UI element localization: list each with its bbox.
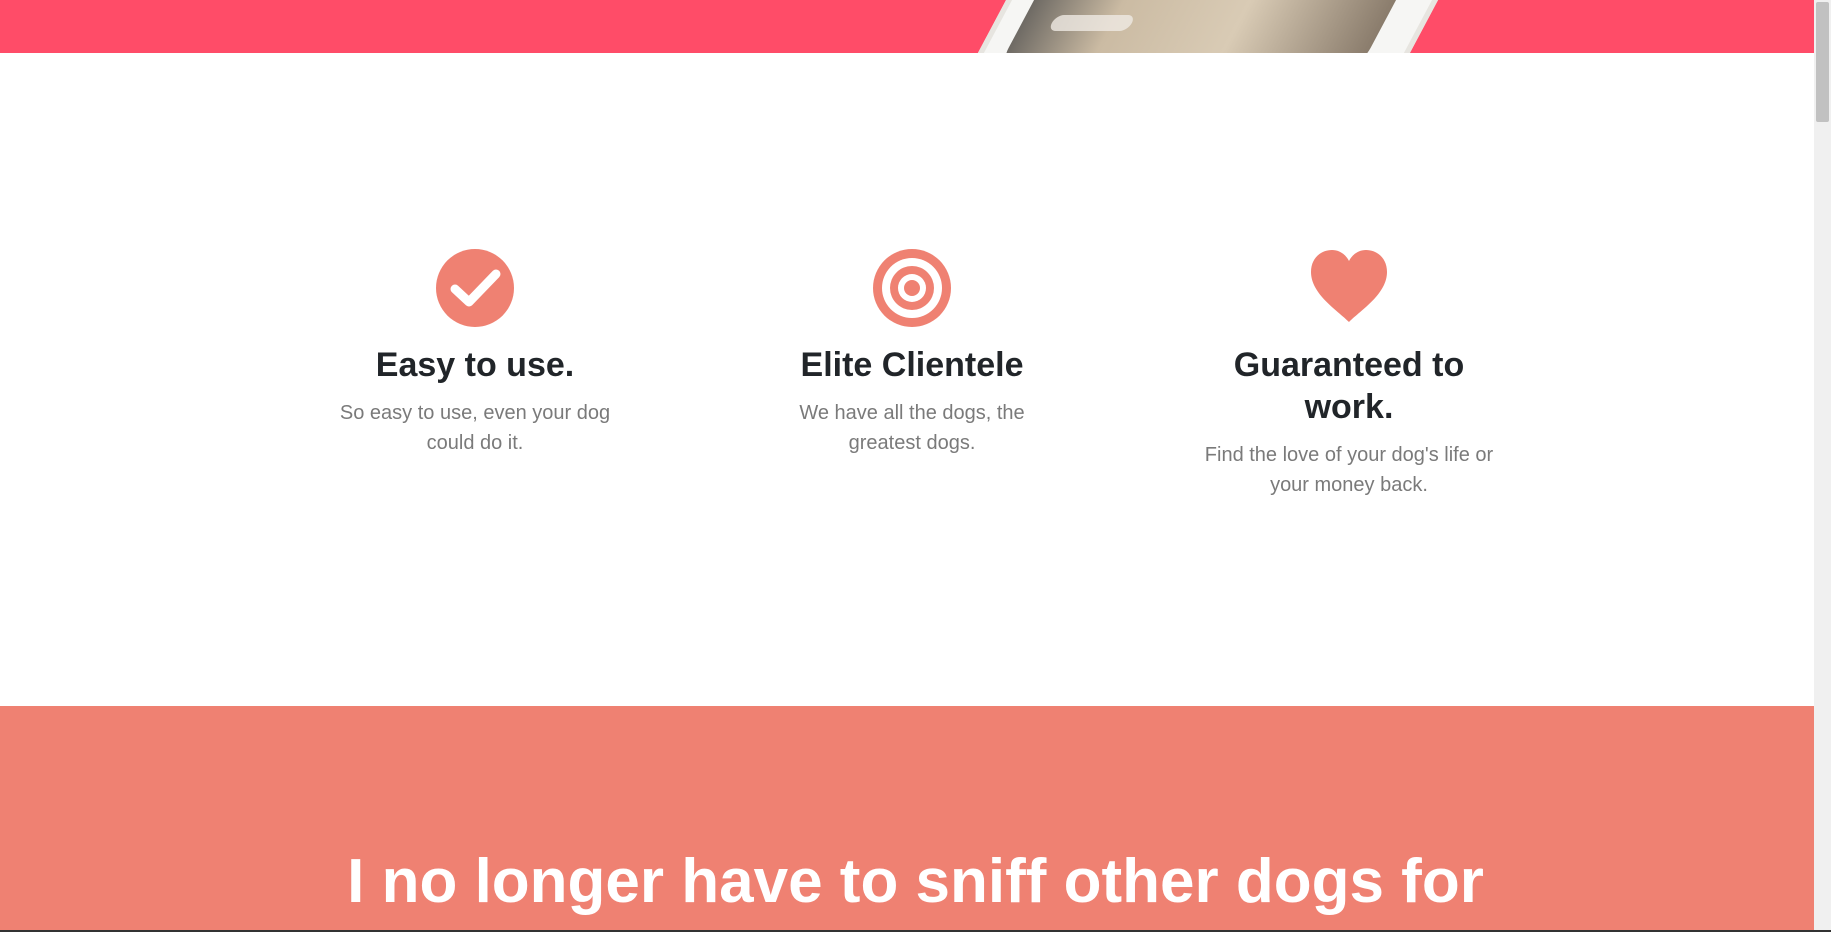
feature-text: So easy to use, even your dog could do i… xyxy=(339,402,611,454)
feature-title: Easy to use. xyxy=(375,346,575,384)
header-banner xyxy=(0,0,1831,53)
phone-screen xyxy=(996,0,1434,53)
feature-text: Find the love of your dog's life or your… xyxy=(1204,444,1494,496)
feature-easy: Easy to use. So easy to use, even your d… xyxy=(315,248,635,458)
testimonial-section: I no longer have to sniff other dogs for xyxy=(0,706,1831,932)
scrollbar-thumb[interactable] xyxy=(1816,2,1829,122)
feature-text: We have all the dogs, the greatest dogs. xyxy=(799,402,1025,454)
features-section: Easy to use. So easy to use, even your d… xyxy=(0,53,1831,706)
testimonial-quote: I no longer have to sniff other dogs for xyxy=(347,847,1484,916)
feature-guaranteed: Guaranteed to work. Find the love of you… xyxy=(1189,248,1509,500)
feature-elite: Elite Clientele We have all the dogs, th… xyxy=(752,248,1072,458)
check-circle-icon xyxy=(435,248,515,328)
heart-icon xyxy=(1309,248,1389,328)
target-icon xyxy=(872,248,952,328)
feature-title: Guaranteed to work. xyxy=(1233,346,1465,426)
phone-image xyxy=(966,0,1476,53)
vertical-scrollbar[interactable] xyxy=(1814,0,1831,932)
feature-title: Elite Clientele xyxy=(800,346,1024,384)
